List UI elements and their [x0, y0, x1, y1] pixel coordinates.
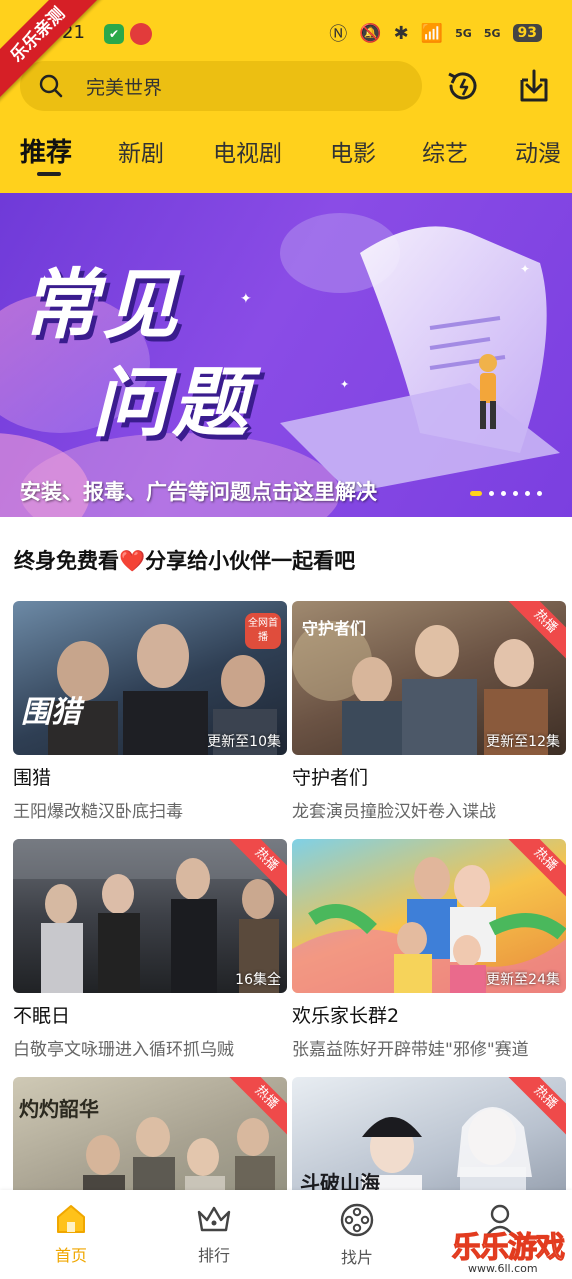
video-description: 白敬亭文咏珊进入循环抓乌贼	[13, 1040, 234, 1060]
banner-caption: 安装、报毒、广告等问题点击这里解决	[20, 480, 377, 504]
video-poster: 热播 更新至24集	[292, 839, 566, 993]
tab-movie[interactable]: 电影	[330, 134, 376, 168]
home-icon	[57, 1205, 85, 1233]
episode-status: 更新至10集	[207, 734, 281, 750]
video-poster: 守护者们 热播 更新至12集	[292, 601, 566, 755]
page-dot	[513, 491, 518, 496]
video-card[interactable]: 守护者们 热播 更新至12集 守护者们 龙套演员撞脸汉奸卷入谍战	[292, 601, 566, 822]
nav-label-ranking: 排行	[197, 1246, 230, 1265]
history-icon[interactable]	[443, 66, 483, 106]
banner-illustration: ✦ ✦ ✦ ✦ ✦	[0, 213, 560, 517]
video-title: 不眠日	[13, 1005, 71, 1027]
section-title: 终身免费看❤️分享给小伙伴一起看吧	[14, 549, 356, 573]
video-title: 围猎	[13, 767, 52, 789]
video-poster: 围猎 全网首播 更新至10集	[13, 601, 287, 755]
page-dot	[501, 491, 506, 496]
video-poster: 热播 16集全	[13, 839, 287, 993]
page-dot	[525, 491, 530, 496]
page-dot-active	[470, 491, 482, 496]
wifi-icon: 📶	[420, 22, 444, 44]
nav-ranking[interactable]: 排行	[174, 1202, 254, 1266]
video-card[interactable]: 热播 16集全 不眠日 白敬亭文咏珊进入循环抓乌贼	[13, 839, 287, 1060]
download-icon[interactable]	[514, 66, 554, 106]
video-description: 张嘉益陈好开辟带娃"邪修"赛道	[292, 1040, 529, 1060]
poster-title: 围猎	[21, 695, 81, 730]
search-icon	[39, 74, 63, 98]
video-description: 王阳爆改糙汉卧底扫毒	[13, 802, 183, 822]
mute-icon: 🔕	[359, 22, 382, 44]
status-icons: Ⓝ 🔕 ✱ 📶 5G 5G 93	[329, 20, 542, 46]
video-title: 守护者们	[292, 767, 369, 789]
episode-status: 更新至12集	[486, 734, 560, 750]
video-description: 龙套演员撞脸汉奸卷入谍战	[292, 802, 496, 822]
watermark-logo: 乐乐游戏	[451, 1229, 565, 1264]
svg-text:✦: ✦	[240, 291, 252, 307]
notification-app-icon	[130, 23, 152, 45]
search-placeholder: 完美世界	[86, 76, 163, 99]
video-card[interactable]: 热播 更新至24集 欢乐家长群2 张嘉益陈好开辟带娃"邪修"赛道	[292, 839, 566, 1060]
banner-title-line2: 问题	[92, 358, 252, 447]
poster-title: 灼灼韶华	[19, 1097, 99, 1121]
search-bar[interactable]: 完美世界	[20, 61, 422, 111]
page-dot	[537, 491, 542, 496]
page-dot	[489, 491, 494, 496]
episode-status: 更新至24集	[486, 972, 560, 988]
nav-label-home: 首页	[54, 1246, 87, 1265]
tab-variety[interactable]: 综艺	[422, 134, 468, 168]
nav-home[interactable]: 首页	[31, 1202, 111, 1266]
nav-discover[interactable]: 找片	[317, 1202, 397, 1268]
bluetooth-icon: ✱	[393, 22, 409, 44]
tab-new-drama[interactable]: 新剧	[118, 134, 164, 168]
tab-anime[interactable]: 动漫	[515, 134, 561, 168]
tab-tv-series[interactable]: 电视剧	[213, 134, 282, 168]
banner-title-line1: 常见	[22, 260, 182, 349]
exclusive-badge: 全网首播	[245, 613, 281, 649]
shield-app-icon: ✔	[104, 24, 124, 44]
banner-page-indicator	[470, 491, 542, 496]
nav-label-discover: 找片	[340, 1248, 373, 1267]
episode-status: 16集全	[235, 972, 281, 988]
watermark-url: www.6ll.com	[468, 1262, 538, 1275]
poster-title: 守护者们	[302, 619, 367, 638]
svg-text:✦: ✦	[520, 262, 530, 276]
promo-banner[interactable]: ✦ ✦ ✦ ✦ ✦ 常见 问题 安装、报毒、广告等问题点击这里解决	[0, 193, 572, 517]
category-tabs: 推荐 新剧 电视剧 电影 综艺 动漫	[0, 128, 572, 178]
signal-icon-1: 5G	[455, 26, 472, 40]
battery-indicator: 93	[512, 24, 542, 42]
signal-icon-2: 5G	[483, 26, 501, 40]
tab-recommend[interactable]: 推荐	[20, 132, 72, 169]
nfc-icon: Ⓝ	[329, 24, 348, 45]
top-header: 21 ✔ Ⓝ 🔕 ✱ 📶 5G 5G 93 完美世界 推荐 新剧 电视剧 电影 …	[0, 0, 572, 193]
active-tab-indicator	[37, 172, 61, 176]
video-card[interactable]: 围猎 全网首播 更新至10集 围猎 王阳爆改糙汉卧底扫毒	[13, 601, 287, 822]
video-title: 欢乐家长群2	[292, 1005, 400, 1027]
crown-icon	[197, 1206, 231, 1232]
svg-text:✦: ✦	[340, 378, 349, 391]
film-reel-icon	[340, 1203, 374, 1237]
